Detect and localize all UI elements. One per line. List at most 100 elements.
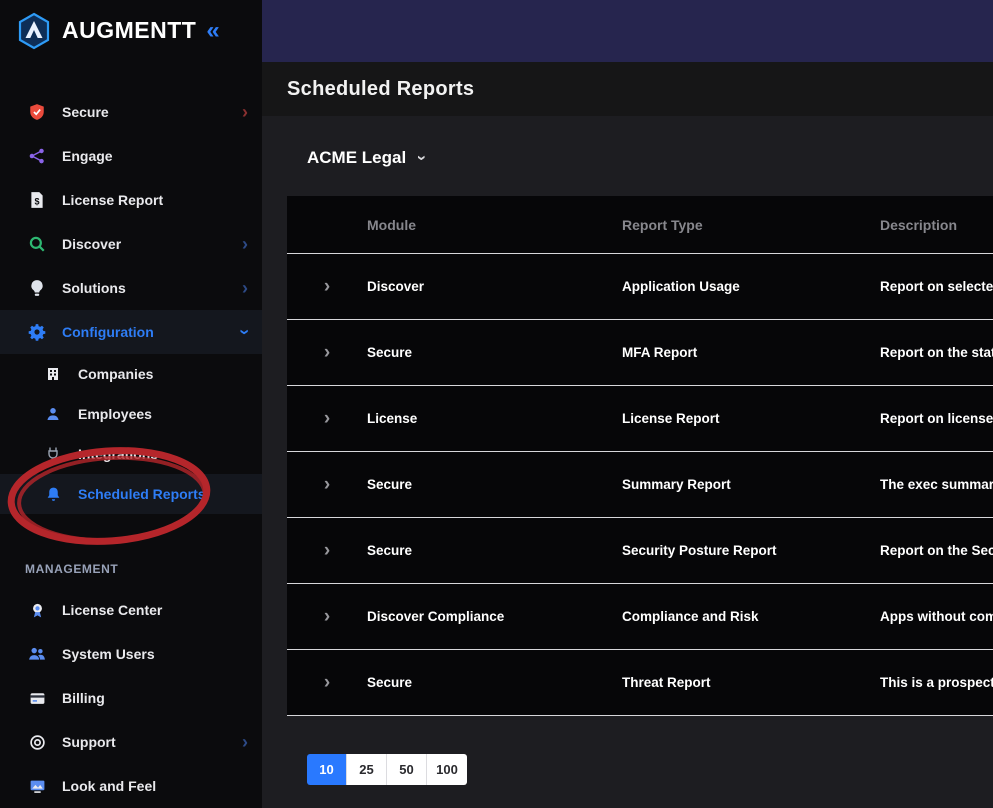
brand-name: AUGMENTT (62, 17, 196, 44)
sidebar-item-system-users[interactable]: System Users (0, 632, 262, 676)
chevron-right-icon[interactable]: › (324, 277, 330, 296)
module-cell: Secure (367, 477, 622, 492)
page-size-button-100[interactable]: 100 (427, 754, 467, 785)
description-cell: Apps without comp (880, 609, 993, 624)
sidebar-item-look-and-feel[interactable]: Look and Feel (0, 764, 262, 808)
sidebar-item-label: Solutions (62, 280, 227, 296)
chevron-right-icon[interactable]: › (324, 409, 330, 428)
chevron-right-icon[interactable]: › (324, 343, 330, 362)
table-header-row: Module Report Type Description (287, 196, 993, 254)
scheduled-reports-table: Module Report Type Description ›Discover… (287, 196, 993, 716)
license-report-icon: $ (27, 190, 47, 210)
user-icon (43, 404, 63, 424)
chevron-right-icon: › (242, 235, 248, 253)
chevron-right-icon[interactable]: › (324, 673, 330, 692)
bell-icon (43, 484, 63, 504)
sidebar-item-license-report[interactable]: $License Report (0, 178, 262, 222)
sidebar-item-label: System Users (62, 646, 248, 662)
integrations-icon (43, 444, 63, 464)
sidebar-item-label: Support (62, 734, 227, 750)
table-row[interactable]: ›SecureSecurity Posture ReportReport on … (287, 518, 993, 584)
table-row[interactable]: ›Discover ComplianceCompliance and RiskA… (287, 584, 993, 650)
sidebar-item-billing[interactable]: Billing (0, 676, 262, 720)
chevron-right-icon: › (242, 733, 248, 751)
row-expand-cell: › (287, 673, 367, 692)
sidebar-nav: Secure›Engage$License ReportDiscover›Sol… (0, 61, 262, 514)
module-cell: Secure (367, 543, 622, 558)
users-icon (27, 644, 47, 664)
module-cell: Secure (367, 345, 622, 360)
sidebar-item-license-center[interactable]: License Center (0, 588, 262, 632)
sidebar-item-scheduled-reports[interactable]: Scheduled Reports (0, 474, 262, 514)
page-size-button-10[interactable]: 10 (307, 754, 347, 785)
report-type-cell: License Report (622, 411, 880, 426)
page-size-button-50[interactable]: 50 (387, 754, 427, 785)
report-type-cell: Application Usage (622, 279, 880, 294)
row-expand-cell: › (287, 541, 367, 560)
report-type-cell: Threat Report (622, 675, 880, 690)
main-area: Scheduled Reports ACME Legal › Module Re… (262, 0, 993, 808)
page-size-button-25[interactable]: 25 (347, 754, 387, 785)
page-title: Scheduled Reports (287, 78, 474, 101)
svg-text:$: $ (34, 197, 39, 207)
sidebar-item-label: Look and Feel (62, 778, 248, 794)
augmentt-app: AUGMENTT « Secure›Engage$License ReportD… (0, 0, 993, 808)
sidebar-collapse-icon[interactable]: « (206, 19, 219, 43)
report-type-cell: Summary Report (622, 477, 880, 492)
table-body: ›DiscoverApplication UsageReport on sele… (287, 254, 993, 716)
column-header-module: Module (367, 217, 622, 233)
row-expand-cell: › (287, 277, 367, 296)
row-expand-cell: › (287, 343, 367, 362)
lifering-icon (27, 732, 47, 752)
table-row[interactable]: ›DiscoverApplication UsageReport on sele… (287, 254, 993, 320)
sidebar-item-companies[interactable]: Companies (0, 354, 262, 394)
pagination: 102550100 (307, 754, 467, 785)
sidebar-item-support[interactable]: Support › (0, 720, 262, 764)
sidebar: AUGMENTT « Secure›Engage$License ReportD… (0, 0, 262, 808)
sidebar-item-label: Scheduled Reports (78, 486, 248, 502)
chevron-down-icon: › (412, 155, 432, 161)
module-cell: License (367, 411, 622, 426)
sidebar-item-solutions[interactable]: Solutions › (0, 266, 262, 310)
row-expand-cell: › (287, 475, 367, 494)
row-expand-cell: › (287, 607, 367, 626)
sidebar-management-nav: License Center System Users Billing Support… (0, 588, 262, 808)
sidebar-item-label: Billing (62, 690, 248, 706)
billing-icon (27, 688, 47, 708)
sidebar-item-secure[interactable]: Secure › (0, 90, 262, 134)
lightbulb-icon (27, 278, 47, 298)
company-selector[interactable]: ACME Legal › (287, 116, 425, 196)
report-type-cell: MFA Report (622, 345, 880, 360)
sidebar-item-engage[interactable]: Engage (0, 134, 262, 178)
sidebar-item-discover[interactable]: Discover › (0, 222, 262, 266)
building-icon (43, 364, 63, 384)
search-icon (27, 234, 47, 254)
sidebar-item-label: Secure (62, 104, 227, 120)
table-row[interactable]: › SecureSummary ReportThe exec summary (287, 452, 993, 518)
sidebar-item-label: Employees (78, 406, 248, 422)
description-cell: This is a prospectin (880, 675, 993, 690)
badge-icon (27, 600, 47, 620)
chevron-right-icon: › (242, 279, 248, 297)
chevron-down-icon: › (236, 329, 254, 335)
top-navbar (262, 0, 993, 62)
chevron-right-icon[interactable]: › (324, 541, 330, 560)
content-area: ACME Legal › Module Report Type Descript… (262, 116, 993, 808)
sidebar-item-label: Discover (62, 236, 227, 252)
table-row[interactable]: ›SecureThreat ReportThis is a prospectin (287, 650, 993, 716)
description-cell: Report on the Secu (880, 543, 993, 558)
sidebar-item-integrations[interactable]: Integrations (0, 434, 262, 474)
chevron-right-icon[interactable]: › (324, 607, 330, 626)
sidebar-item-configuration[interactable]: Configuration › (0, 310, 262, 354)
description-cell: The exec summary (880, 477, 993, 492)
sidebar-item-label: Configuration (62, 324, 227, 340)
chevron-right-icon: › (242, 103, 248, 121)
management-section-label: MANAGEMENT (25, 562, 262, 576)
description-cell: Report on license u (880, 411, 993, 426)
report-type-cell: Compliance and Risk (622, 609, 880, 624)
chevron-right-icon[interactable]: › (324, 475, 330, 494)
table-row[interactable]: ›SecureMFA ReportReport on the statu (287, 320, 993, 386)
gear-icon (27, 322, 47, 342)
sidebar-item-employees[interactable]: Employees (0, 394, 262, 434)
table-row[interactable]: › LicenseLicense ReportReport on license … (287, 386, 993, 452)
